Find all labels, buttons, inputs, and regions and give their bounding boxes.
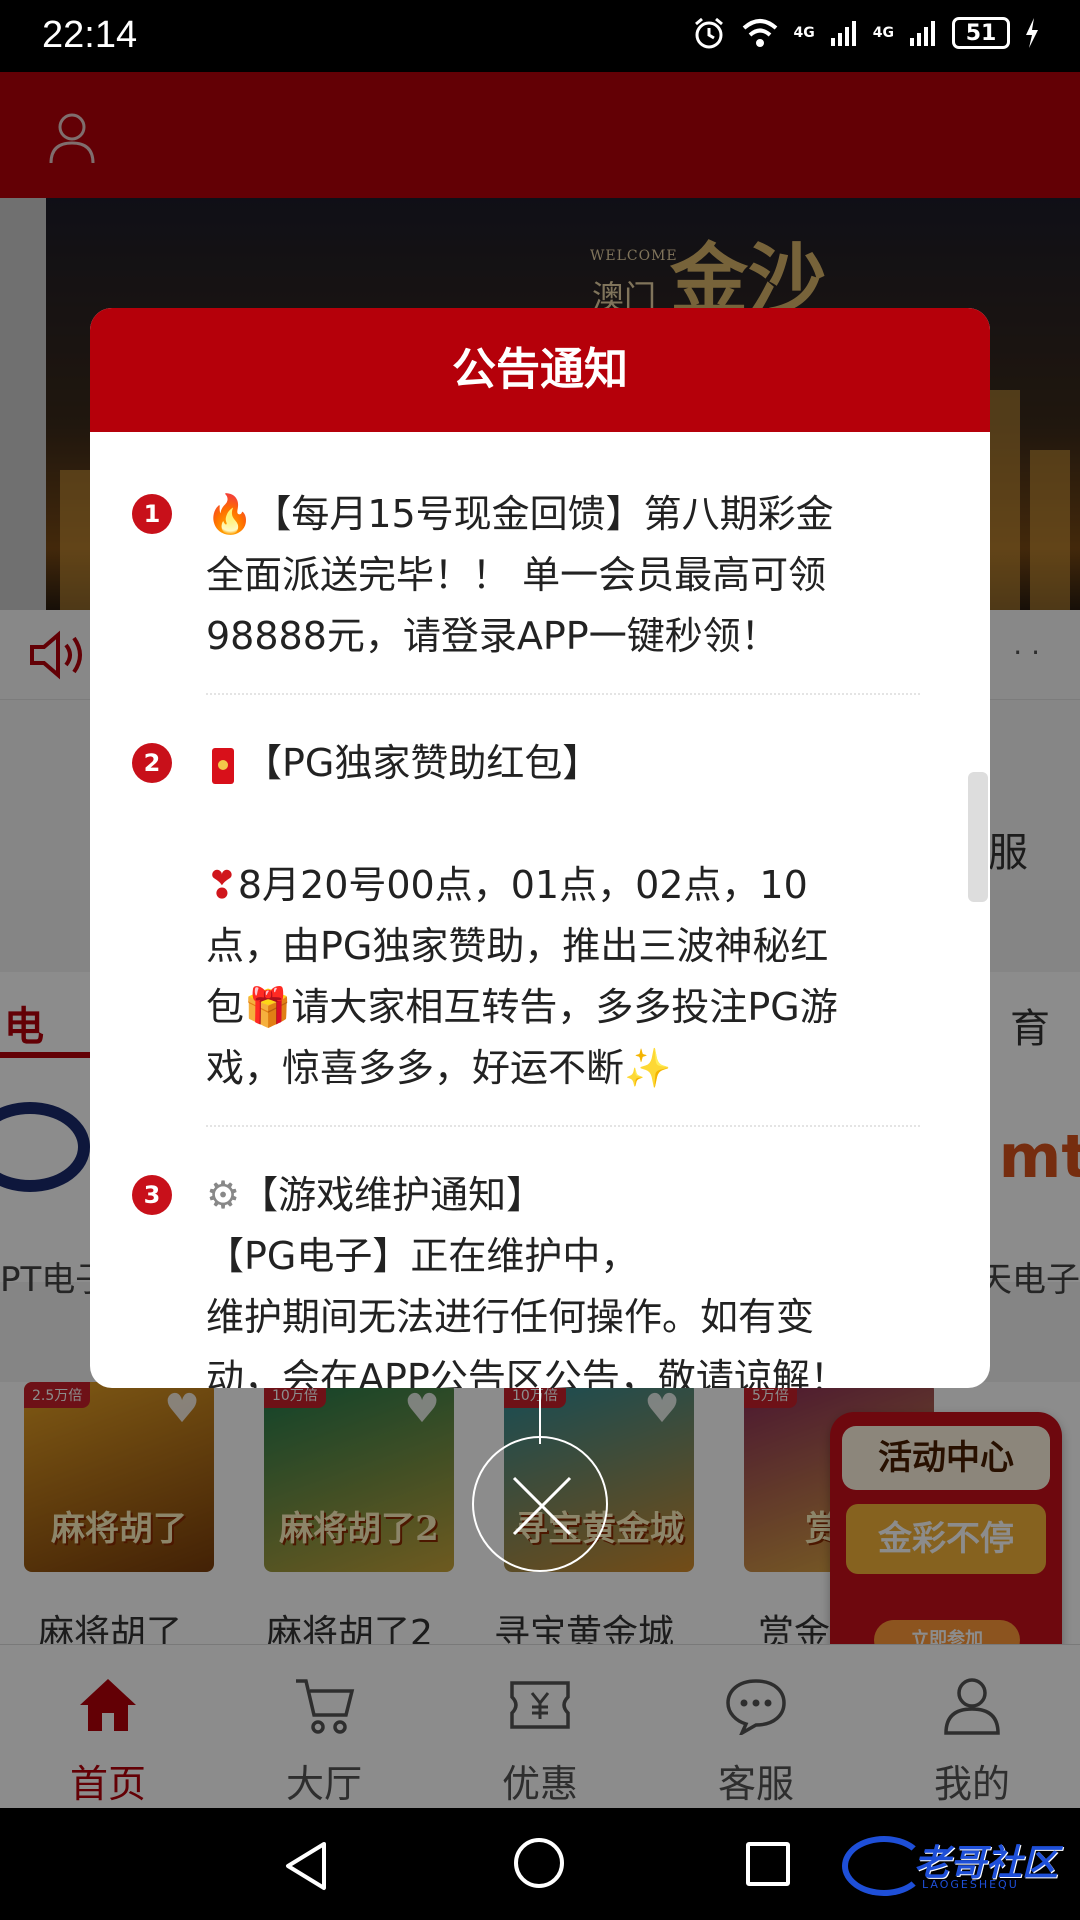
announcement-body: ❣8月20号00点，01点，02点，10 点，由PG独家赞助，推出三波神秘红 包…: [206, 863, 838, 1090]
back-icon[interactable]: [282, 1840, 330, 1892]
status-icons: 4G 4G 51: [692, 16, 1040, 50]
close-icon: [512, 1476, 572, 1536]
item-number-badge: 2: [132, 743, 172, 783]
recents-icon[interactable]: [746, 1842, 790, 1886]
wifi-icon: [742, 19, 777, 47]
gear-icon: ⚙: [206, 1173, 241, 1217]
announcement-body: 【PG电子】正在维护中， 维护期间无法进行任何操作。如有变 动，会在APP公告区…: [206, 1234, 848, 1388]
announcement-list[interactable]: 1 🔥【每月15号现金回馈】第八期彩金 全面派送完毕！！ 单一会员最高可领 98…: [90, 432, 990, 1388]
heart-icon: ❣: [206, 863, 238, 907]
announcement-item: 1 🔥【每月15号现金回馈】第八期彩金 全面派送完毕！！ 单一会员最高可领 98…: [90, 484, 990, 667]
announcement-item: 3 ⚙【游戏维护通知】 【PG电子】正在维护中， 维护期间无法进行任何操作。如有…: [90, 1165, 990, 1388]
status-time: 22:14: [42, 14, 138, 56]
modal-title: 公告通知: [90, 308, 990, 432]
alarm-icon: [694, 17, 723, 49]
network-type-1: 4G: [793, 25, 815, 41]
watermark-logo: 老哥社区 LAOGESHEQU: [842, 1830, 1068, 1902]
gift-icon: 🎁: [244, 985, 292, 1029]
item-number-badge: 3: [132, 1175, 172, 1215]
announcement-item: 2 【PG独家赞助红包】 ❣8月20号00点，01点，02点，10 点，由PG独…: [90, 733, 990, 1099]
divider: [206, 693, 920, 695]
close-button[interactable]: [472, 1436, 608, 1572]
divider: [206, 1125, 920, 1127]
item-number-badge: 1: [132, 494, 172, 534]
sparkle-icon: ✨: [624, 1046, 672, 1090]
announcement-text: 🔥【每月15号现金回馈】第八期彩金 全面派送完毕！！ 单一会员最高可领 9888…: [206, 492, 834, 658]
scrollbar-thumb[interactable]: [968, 772, 988, 902]
red-envelope-icon: [212, 747, 234, 784]
status-bar: 22:14 4G 4G 51: [0, 0, 1080, 72]
network-type-2: 4G: [872, 25, 894, 41]
watermark-sub: LAOGESHEQU: [922, 1878, 1019, 1891]
signal-icon-2: [910, 21, 935, 46]
fire-icon: 🔥: [206, 492, 254, 536]
announcement-text: 【PG独家赞助红包】: [206, 733, 920, 794]
announcement-modal: 公告通知 1 🔥【每月15号现金回馈】第八期彩金 全面派送完毕！！ 单一会员最高…: [90, 308, 990, 1388]
battery-icon: 51: [952, 17, 1010, 49]
system-nav-bar: 老哥社区 LAOGESHEQU: [0, 1808, 1080, 1920]
signal-icon-1: [830, 21, 856, 46]
announcement-text: ⚙【游戏维护通知】: [206, 1173, 545, 1217]
charging-icon: [1026, 18, 1038, 48]
home-nav-icon[interactable]: [514, 1838, 564, 1888]
